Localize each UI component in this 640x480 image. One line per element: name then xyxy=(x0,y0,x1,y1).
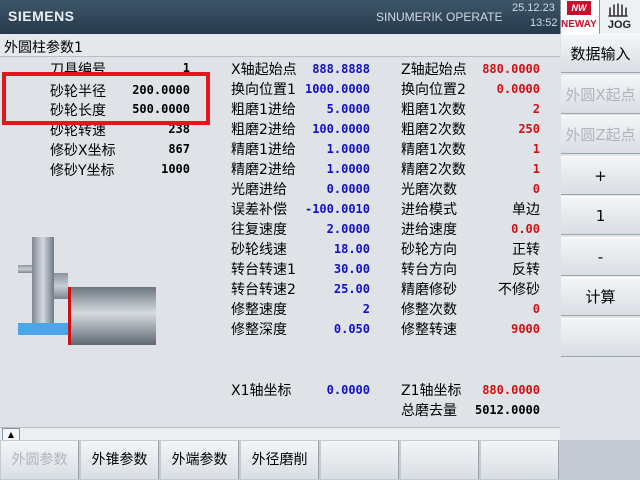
param-value[interactable]: 0.00 xyxy=(450,222,540,236)
date-display: 25.12.23 xyxy=(512,2,555,14)
softkey-right-7[interactable]: 计算 xyxy=(561,277,640,316)
z1-coord-value: 880.0000 xyxy=(482,383,540,397)
param-label: 修砂Y坐标 xyxy=(50,163,115,179)
param-value[interactable]: 单边 xyxy=(450,199,540,219)
param-value[interactable]: 正转 xyxy=(450,239,540,259)
param-value[interactable]: -100.0010 xyxy=(280,202,370,216)
param-label: 光磨进给 xyxy=(231,182,287,198)
softkey-right-2[interactable]: 外圆X起点 xyxy=(561,74,640,114)
time-display: 13:52 xyxy=(530,17,558,29)
softkey-bottom-2[interactable]: 外锥参数 xyxy=(81,441,159,479)
softkey-right-4[interactable]: + xyxy=(561,155,640,195)
softkey-bottom-6[interactable] xyxy=(401,441,479,479)
param-value[interactable]: 5.0000 xyxy=(280,102,370,116)
page-title: 外圆柱参数1 xyxy=(4,40,83,56)
param-value[interactable]: 100.0000 xyxy=(280,122,370,136)
softkey-bottom-4[interactable]: 外径磨削 xyxy=(241,441,319,479)
oem-logo-text: NEWAY xyxy=(561,19,597,30)
param-label: 进给速度 xyxy=(401,222,457,238)
product-name: SINUMERIK OPERATE xyxy=(376,10,503,24)
param-value[interactable]: 0 xyxy=(450,302,540,316)
param-label: 砂轮方向 xyxy=(401,242,457,258)
softkey-right-1[interactable]: 数据输入 xyxy=(561,34,640,73)
param-value[interactable]: 867 xyxy=(110,142,190,156)
title-bar xyxy=(0,34,560,57)
param-value[interactable]: 9000 xyxy=(450,322,540,336)
oem-logo-mark: NW xyxy=(567,1,591,15)
param-label: 精磨修砂 xyxy=(401,282,457,298)
param-value[interactable]: 1000.0000 xyxy=(280,82,370,96)
param-label: 修砂X坐标 xyxy=(50,143,116,159)
param-value[interactable]: 30.00 xyxy=(280,262,370,276)
param-value[interactable]: 0.0000 xyxy=(450,82,540,96)
param-value[interactable]: 不修砂 xyxy=(450,279,540,299)
softkey-right-5[interactable]: 1 xyxy=(561,196,640,235)
param-value[interactable]: 880.0000 xyxy=(450,62,540,76)
param-label: 砂轮线速 xyxy=(231,242,287,258)
softkey-bottom-3[interactable]: 外端参数 xyxy=(161,441,239,479)
param-value[interactable]: 0.0000 xyxy=(280,182,370,196)
param-value[interactable]: 0 xyxy=(450,182,540,196)
param-label: 修整速度 xyxy=(231,302,287,318)
param-label: 修整转速 xyxy=(401,322,457,338)
param-value[interactable]: 1.0000 xyxy=(280,162,370,176)
softkey-bottom-1[interactable]: 外圆参数 xyxy=(1,441,79,479)
param-value[interactable]: 1 xyxy=(450,142,540,156)
mode-label: JOG xyxy=(607,19,632,31)
param-value[interactable]: 25.00 xyxy=(280,282,370,296)
param-value[interactable]: 1.0000 xyxy=(280,142,370,156)
softkey-bottom-5[interactable] xyxy=(321,441,399,479)
status-strip xyxy=(0,427,560,441)
param-value[interactable]: 2 xyxy=(450,102,540,116)
grinding-wheel-illustration xyxy=(18,235,158,349)
param-value[interactable]: 2.0000 xyxy=(280,222,370,236)
total-removal-value: 5012.0000 xyxy=(474,403,540,417)
param-value[interactable]: 1000 xyxy=(110,162,190,176)
param-value[interactable]: 0.050 xyxy=(280,322,370,336)
param-value[interactable]: 250 xyxy=(450,122,540,136)
param-value[interactable]: 反转 xyxy=(450,259,540,279)
param-label: 光磨次数 xyxy=(401,182,457,198)
softkey-right-3[interactable]: 外圆Z起点 xyxy=(561,115,640,154)
param-label: 往复速度 xyxy=(231,222,287,238)
param-label: 转台方向 xyxy=(401,262,457,278)
param-label: 修整次数 xyxy=(401,302,457,318)
param-value[interactable]: 18.00 xyxy=(280,242,370,256)
param-label: 进给模式 xyxy=(401,202,457,218)
softkey-right-8[interactable] xyxy=(561,317,640,357)
total-removal-label: 总磨去量 xyxy=(401,403,457,419)
highlight-box xyxy=(2,72,210,125)
param-label: 修整深度 xyxy=(231,322,287,338)
softkey-right-6[interactable]: - xyxy=(561,236,640,276)
param-value[interactable]: 1 xyxy=(450,162,540,176)
param-value[interactable]: 2 xyxy=(280,302,370,316)
x1-coord-value: 0.0000 xyxy=(326,383,370,397)
brand-logo: SIEMENS xyxy=(8,8,75,24)
param-value[interactable]: 888.8888 xyxy=(280,62,370,76)
param-label: 误差补偿 xyxy=(231,202,287,218)
softkey-bottom-7[interactable] xyxy=(481,441,559,479)
